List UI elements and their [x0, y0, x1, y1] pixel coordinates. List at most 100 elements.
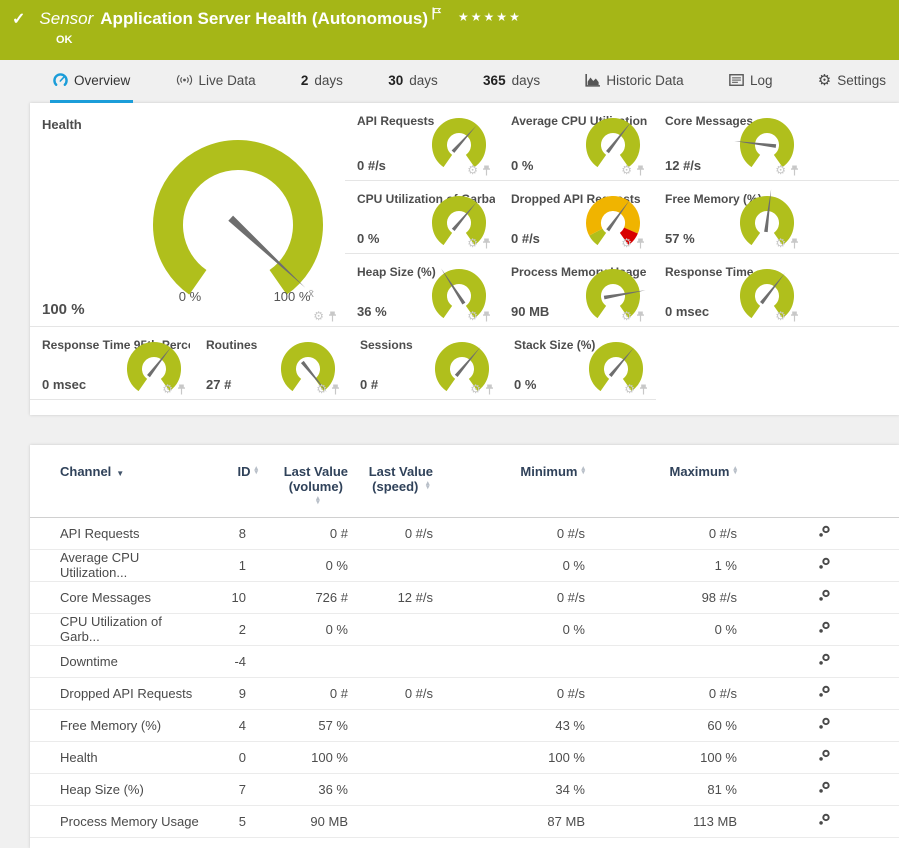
column-header-last-value-speed[interactable]: Last Value(speed) ▴▾ [360, 445, 445, 517]
gear-icon[interactable]: ⚙ [621, 164, 632, 176]
gauge-tile-average-cpu-utilization: Average CPU Utilization (%)0 %⚙ [499, 103, 653, 181]
gauge-grid-bottom: Response Time 95th Percentile0 msec⚙Rout… [30, 327, 899, 400]
cell-channel: Core Messages [30, 581, 202, 613]
gauge-value: 100 % [42, 301, 85, 318]
gear-icon: ⚙ [818, 73, 831, 88]
gauge-value: 0 #/s [357, 158, 386, 173]
gauge-row-filler [656, 327, 899, 400]
gear-icon[interactable]: ⚙ [467, 237, 478, 249]
pin-icon[interactable] [177, 384, 186, 395]
cell-last_volume: 100 % [272, 741, 360, 773]
table-row-heap-size: Heap Size (%)736 %34 %81 % [30, 773, 899, 805]
channel-settings-icon[interactable] [818, 685, 831, 698]
pin-icon[interactable] [331, 384, 340, 395]
pin-icon[interactable] [639, 384, 648, 395]
sort-icon[interactable]: ▴▾ [426, 482, 430, 491]
cell-actions [749, 581, 899, 613]
gear-icon[interactable]: ⚙ [775, 237, 786, 249]
pin-icon[interactable] [790, 311, 799, 322]
log-icon [729, 74, 744, 86]
pin-icon[interactable] [485, 384, 494, 395]
cell-channel: CPU Utilization of Garb... [30, 613, 202, 645]
tab-bar: Overview Live Data 2days 30days 365days Histo… [0, 60, 899, 103]
tab-settings[interactable]: ⚙Settings [815, 60, 889, 103]
gear-icon[interactable]: ⚙ [316, 383, 327, 395]
table-row-downtime: Downtime-4 [30, 645, 899, 677]
channel-settings-icon[interactable] [818, 589, 831, 602]
pin-icon[interactable] [482, 238, 491, 249]
tab-365-days[interactable]: 365days [480, 60, 543, 103]
sensor-header: ✓ Sensor Application Server Health (Auto… [0, 0, 899, 60]
cell-max: 100 % [597, 741, 749, 773]
channel-settings-icon[interactable] [818, 717, 831, 730]
tab-label: Historic Data [606, 73, 683, 88]
cell-min: 100 % [445, 741, 597, 773]
channel-settings-icon[interactable] [818, 621, 831, 634]
gear-icon[interactable]: ⚙ [470, 383, 481, 395]
tab-historic-data[interactable]: Historic Data [582, 60, 686, 103]
channel-settings-icon[interactable] [818, 781, 831, 794]
pin-icon[interactable] [482, 165, 491, 176]
tab-30-days[interactable]: 30days [385, 60, 441, 103]
channel-settings-icon[interactable] [818, 557, 831, 570]
gauge-tile-response-time: Response Time0 msec⚙ [653, 254, 807, 327]
pin-icon[interactable] [482, 311, 491, 322]
tile-actions: ⚙ [775, 164, 799, 176]
sensor-title-line: ✓ Sensor Application Server Health (Auto… [12, 9, 522, 29]
priority-stars[interactable]: ★★★★★ [458, 10, 522, 24]
gauge-tile-stack-size: Stack Size (%)0 %⚙ [502, 327, 656, 400]
gear-icon[interactable]: ⚙ [162, 383, 173, 395]
gauge-tile-api-requests: API Requests0 #/s⚙ [345, 103, 499, 181]
column-header-minimum[interactable]: Minimum▴▾ [445, 445, 597, 517]
cell-actions [749, 773, 899, 805]
channel-settings-icon[interactable] [818, 653, 831, 666]
tab-overview[interactable]: Overview [50, 60, 133, 103]
channel-settings-icon[interactable] [818, 749, 831, 762]
gear-icon[interactable]: ⚙ [775, 164, 786, 176]
pin-icon[interactable] [636, 311, 645, 322]
sort-icon[interactable]: ▴▾ [254, 467, 258, 476]
gear-icon[interactable]: ⚙ [467, 164, 478, 176]
pin-icon[interactable] [790, 238, 799, 249]
gear-icon[interactable]: ⚙ [313, 310, 324, 322]
pin-icon[interactable] [328, 311, 337, 322]
cell-actions [749, 741, 899, 773]
gear-icon[interactable]: ⚙ [775, 310, 786, 322]
table-row-core-messages: Core Messages10726 #12 #/s0 #/s98 #/s [30, 581, 899, 613]
cell-channel: Health [30, 741, 202, 773]
channel-settings-icon[interactable] [818, 813, 831, 826]
sort-desc-icon[interactable]: ▼ [116, 469, 124, 478]
gauges-panel: Health x̄ 0 % 100 % 100 % ⚙ API Requests… [30, 103, 899, 415]
pin-icon[interactable] [636, 238, 645, 249]
cell-last_speed [360, 805, 445, 837]
channel-settings-icon[interactable] [818, 525, 831, 538]
column-header-channel[interactable]: Channel▼ [30, 445, 202, 517]
pin-icon[interactable] [636, 165, 645, 176]
sort-icon[interactable]: ▴▾ [581, 467, 585, 476]
gear-icon[interactable]: ⚙ [624, 383, 635, 395]
gear-icon[interactable]: ⚙ [621, 310, 632, 322]
gear-icon[interactable]: ⚙ [467, 310, 478, 322]
gauge-grid-filler [807, 103, 899, 181]
column-header-maximum[interactable]: Maximum▴▾ [597, 445, 749, 517]
flag-icon[interactable] [432, 7, 442, 20]
cell-last_volume: 0 # [272, 517, 360, 549]
tab-2-days[interactable]: 2days [298, 60, 346, 103]
gauge-value: 36 % [357, 304, 387, 319]
cell-id: 8 [202, 517, 272, 549]
gear-icon[interactable]: ⚙ [621, 237, 632, 249]
cell-min: 43 % [445, 709, 597, 741]
pin-icon[interactable] [790, 165, 799, 176]
cell-last_speed: 0 #/s [360, 517, 445, 549]
cell-channel: Process Memory Usage [30, 805, 202, 837]
gauge-value: 0 % [511, 158, 533, 173]
tab-live-data[interactable]: Live Data [173, 60, 259, 103]
sort-icon[interactable]: ▴▾ [316, 497, 320, 506]
column-header-id[interactable]: ID▴▾ [202, 445, 272, 517]
tab-log[interactable]: Log [726, 60, 776, 103]
sort-icon[interactable]: ▴▾ [733, 467, 737, 476]
cell-max: 0 #/s [597, 517, 749, 549]
column-header-last-value-volume[interactable]: Last Value(volume)▴▾ [272, 445, 360, 517]
tile-actions: ⚙ [775, 237, 799, 249]
status-badge: OK [56, 34, 73, 46]
